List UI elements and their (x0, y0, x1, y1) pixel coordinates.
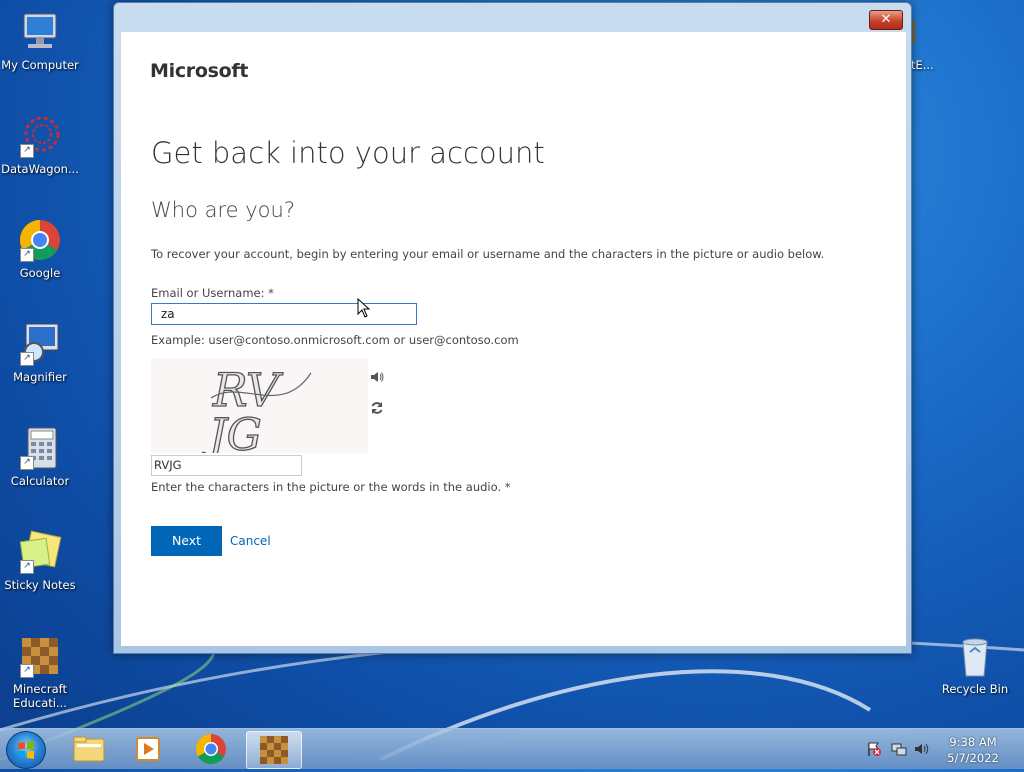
microsoft-logo: Microsoft (150, 60, 249, 82)
taskbar-file-explorer[interactable] (62, 731, 116, 767)
media-player-icon (136, 737, 160, 761)
shortcut-arrow-icon: ↗ (20, 664, 34, 678)
shortcut-arrow-icon: ↗ (20, 352, 34, 366)
windows-logo-icon (18, 741, 34, 759)
shortcut-arrow-icon: ↗ (20, 560, 34, 574)
taskbar: 9:38 AM 5/7/2022 (0, 728, 1024, 769)
desktop-icon-datawagon[interactable]: ↗ DataWagon... (0, 114, 80, 176)
computer-icon (18, 10, 62, 54)
chrome-icon: ↗ (18, 218, 62, 262)
desktop-icon-label: Google (19, 266, 61, 280)
email-label: Email or Username: * (151, 286, 274, 300)
taskbar-media-player[interactable] (122, 731, 176, 767)
captcha-hint-text: Enter the characters in the picture or t… (151, 480, 511, 494)
desktop-icon-magnifier[interactable]: ↗ Magnifier (0, 322, 80, 384)
email-field[interactable]: za (151, 303, 417, 325)
email-example-text: Example: user@contoso.onmicrosoft.com or… (151, 333, 519, 347)
action-center-flag-icon[interactable] (866, 741, 882, 757)
account-recovery-window: ✕ Microsoft Get back into your account W… (113, 2, 912, 654)
desktop-icon-label: Sticky Notes (4, 578, 76, 592)
refresh-captcha-icon[interactable] (370, 400, 384, 414)
audio-captcha-icon[interactable] (370, 369, 384, 383)
captcha-image: RV JG (151, 358, 368, 462)
volume-icon[interactable] (914, 741, 930, 757)
captcha-field[interactable]: RVJG (151, 455, 302, 476)
desktop-icon-calculator[interactable]: ↗ Calculator (0, 426, 80, 488)
sticky-note-icon: ↗ (18, 530, 62, 574)
shortcut-arrow-icon: ↗ (20, 456, 34, 470)
taskbar-chrome[interactable] (184, 731, 238, 767)
mouse-cursor-icon (357, 298, 371, 318)
next-button[interactable]: Next (151, 526, 222, 556)
window-close-button[interactable]: ✕ (869, 10, 903, 30)
shortcut-arrow-icon: ↗ (20, 248, 34, 262)
clock[interactable]: 9:38 AM 5/7/2022 (936, 734, 1010, 766)
page-subtitle: Who are you? (151, 198, 295, 222)
chrome-icon (195, 734, 226, 765)
desktop-icon-minecraft[interactable]: ↗ Minecraft Educati... (0, 634, 80, 710)
desktop-icon-label: Magnifier (13, 370, 67, 384)
minecraft-icon: ↗ (18, 634, 62, 678)
desktop-icon-google[interactable]: ↗ Google (0, 218, 80, 280)
desktop-icon-label: Minecraft Educati... (13, 682, 67, 710)
desktop-icon-label: Recycle Bin (941, 682, 1009, 696)
intro-text: To recover your account, begin by enteri… (151, 247, 825, 261)
page-title: Get back into your account (151, 136, 545, 170)
captcha-glyphs: RV JG (200, 362, 312, 462)
clock-time: 9:38 AM (949, 735, 997, 749)
start-button[interactable] (6, 731, 46, 769)
desktop-icon-sticky-notes[interactable]: ↗ Sticky Notes (0, 530, 80, 592)
desktop-icon-label: Calculator (10, 474, 70, 488)
cancel-link[interactable]: Cancel (230, 534, 271, 548)
captcha-text-line-1: RV (212, 363, 284, 417)
folder-icon (73, 736, 105, 762)
minecraft-icon (260, 736, 288, 764)
captcha-text-line-2: JG (201, 410, 262, 453)
clock-date: 5/7/2022 (947, 751, 999, 765)
desktop-icon-recycle-bin[interactable]: Recycle Bin (935, 634, 1015, 696)
shortcut-arrow-icon: ↗ (20, 144, 34, 158)
window-content: Microsoft Get back into your account Who… (121, 32, 906, 646)
recycle-bin-icon (953, 634, 997, 678)
desktop-icon-my-computer[interactable]: My Computer (0, 10, 80, 72)
datawagon-icon: ↗ (18, 114, 62, 158)
desktop-icon-label: DataWagon... (1, 162, 79, 176)
taskbar-minecraft[interactable] (246, 731, 302, 769)
magnifier-icon: ↗ (18, 322, 62, 366)
network-icon[interactable] (891, 741, 907, 757)
calculator-icon: ↗ (18, 426, 62, 470)
desktop-icon-label: My Computer (1, 58, 79, 72)
